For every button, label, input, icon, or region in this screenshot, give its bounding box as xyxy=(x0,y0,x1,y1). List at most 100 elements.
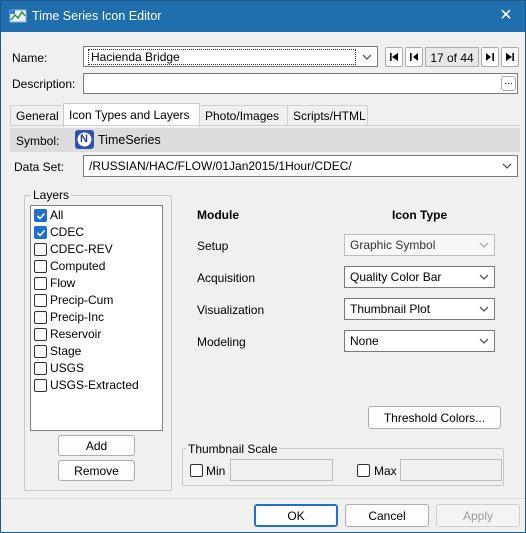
chevron-down-icon xyxy=(362,54,372,60)
layer-checkbox[interactable] xyxy=(34,328,47,341)
tab-scripts-html[interactable]: Scripts/HTML xyxy=(287,105,368,126)
check-icon xyxy=(36,212,46,220)
modeling-icon-type-select[interactable]: None xyxy=(344,330,495,352)
name-combo[interactable]: Hacienda Bridge xyxy=(83,46,378,67)
layer-checkbox[interactable] xyxy=(34,345,47,358)
chevron-down-icon xyxy=(479,242,489,248)
description-browse-button[interactable]: ... xyxy=(501,76,516,91)
max-checkbox[interactable] xyxy=(357,464,370,477)
min-input xyxy=(230,459,333,481)
module-setup-label: Setup xyxy=(197,239,229,253)
list-item[interactable]: Precip-Cum xyxy=(32,292,162,309)
list-item[interactable]: USGS-Extracted xyxy=(32,377,162,394)
tab-icon-types-and-layers[interactable]: Icon Types and Layers xyxy=(63,103,200,127)
chevron-down-icon xyxy=(479,274,489,280)
setup-icon-type-value: Graphic Symbol xyxy=(350,238,436,252)
timeseries-symbol-icon[interactable]: N xyxy=(75,130,94,149)
modeling-icon-type-value: None xyxy=(350,334,379,348)
min-checkbox[interactable] xyxy=(190,464,203,477)
acquisition-icon-type-value: Quality Color Bar xyxy=(350,270,442,284)
layer-checkbox[interactable] xyxy=(34,362,47,375)
description-label: Description: xyxy=(12,77,76,91)
dataset-value: /RUSSIAN/HAC/FLOW/01Jan2015/1Hour/CDEC/ xyxy=(89,159,352,173)
layer-label: Stage xyxy=(50,344,82,358)
threshold-colors-button[interactable]: Threshold Colors... xyxy=(368,406,501,429)
layer-checkbox[interactable] xyxy=(34,294,47,307)
add-layer-button[interactable]: Add xyxy=(58,435,135,456)
layers-title: Layers xyxy=(31,188,72,202)
layer-label: Computed xyxy=(50,259,106,273)
module-modeling-label: Modeling xyxy=(197,335,246,349)
first-record-button[interactable] xyxy=(385,47,403,67)
last-icon xyxy=(506,53,514,61)
list-item[interactable]: Computed xyxy=(32,258,162,275)
module-visualization-label: Visualization xyxy=(197,303,265,317)
module-acquisition-label: Acquisition xyxy=(197,271,256,285)
previous-record-button[interactable] xyxy=(405,47,423,67)
layer-label: Flow xyxy=(50,276,76,290)
list-item[interactable]: USGS xyxy=(32,360,162,377)
layer-checkbox[interactable] xyxy=(34,260,47,273)
list-item[interactable]: Flow xyxy=(32,275,162,292)
chevron-down-icon xyxy=(479,338,489,344)
visualization-icon-type-select[interactable]: Thumbnail Plot xyxy=(344,298,495,320)
previous-icon xyxy=(410,53,418,61)
cancel-button[interactable]: Cancel xyxy=(345,504,429,527)
min-label: Min xyxy=(206,464,226,478)
next-icon xyxy=(486,53,494,61)
layer-label: Precip-Inc xyxy=(50,310,105,324)
symbol-label: Symbol: xyxy=(16,134,60,148)
footer-divider xyxy=(1,498,525,499)
module-header: Module xyxy=(197,208,239,222)
layer-checkbox[interactable] xyxy=(34,209,47,222)
visualization-icon-type-value: Thumbnail Plot xyxy=(350,302,431,316)
chevron-down-icon xyxy=(479,306,489,312)
layer-checkbox[interactable] xyxy=(34,226,47,239)
acquisition-icon-type-select[interactable]: Quality Color Bar xyxy=(344,266,495,288)
list-item[interactable]: All xyxy=(32,207,162,224)
ok-button[interactable]: OK xyxy=(254,504,338,527)
symbol-icon-letter: N xyxy=(80,133,88,145)
description-input[interactable] xyxy=(83,73,518,94)
list-item[interactable]: Precip-Inc xyxy=(32,309,162,326)
remove-layer-button[interactable]: Remove xyxy=(58,460,135,481)
dataset-combo[interactable]: /RUSSIAN/HAC/FLOW/01Jan2015/1Hour/CDEC/ xyxy=(83,155,518,177)
tab-photo-images[interactable]: Photo/Images xyxy=(199,105,288,126)
layer-label: Reservoir xyxy=(50,327,102,341)
close-icon[interactable]: ✕ xyxy=(495,5,517,27)
window-title: Time Series Icon Editor xyxy=(32,9,162,23)
chevron-down-icon xyxy=(502,163,512,169)
thumbnail-scale-title: Thumbnail Scale xyxy=(186,442,280,456)
symbol-value: TimeSeries xyxy=(98,133,161,147)
first-icon xyxy=(390,53,398,61)
list-item[interactable]: Reservoir xyxy=(32,326,162,343)
layer-checkbox[interactable] xyxy=(34,243,47,256)
apply-button: Apply xyxy=(436,504,520,527)
layer-label: Precip-Cum xyxy=(50,293,114,307)
icon-editor-window: Time Series Icon Editor ✕ Name: Hacienda… xyxy=(0,0,526,533)
layers-list[interactable]: All CDEC CDEC-REV Computed Flow Precip-C… xyxy=(30,205,163,431)
layer-checkbox[interactable] xyxy=(34,379,47,392)
record-counter: 17 of 44 xyxy=(425,47,479,67)
max-label: Max xyxy=(374,464,397,478)
layer-label: CDEC xyxy=(50,225,85,239)
layer-label: USGS xyxy=(50,361,85,375)
layer-checkbox[interactable] xyxy=(34,277,47,290)
title-bar[interactable]: Time Series Icon Editor ✕ xyxy=(1,1,525,32)
layer-label: USGS-Extracted xyxy=(50,378,139,392)
setup-icon-type-select: Graphic Symbol xyxy=(344,234,495,256)
max-input xyxy=(400,459,502,481)
app-icon xyxy=(9,9,27,23)
layer-label: CDEC-REV xyxy=(50,242,113,256)
dataset-label: Data Set: xyxy=(14,160,65,174)
tab-general[interactable]: General xyxy=(10,105,64,126)
icon-type-header: Icon Type xyxy=(392,208,448,222)
next-record-button[interactable] xyxy=(481,47,499,67)
name-value: Hacienda Bridge xyxy=(88,49,356,65)
layer-label: All xyxy=(50,208,64,222)
list-item[interactable]: CDEC-REV xyxy=(32,241,162,258)
layer-checkbox[interactable] xyxy=(34,311,47,324)
list-item[interactable]: Stage xyxy=(32,343,162,360)
last-record-button[interactable] xyxy=(501,47,519,67)
list-item[interactable]: CDEC xyxy=(32,224,162,241)
